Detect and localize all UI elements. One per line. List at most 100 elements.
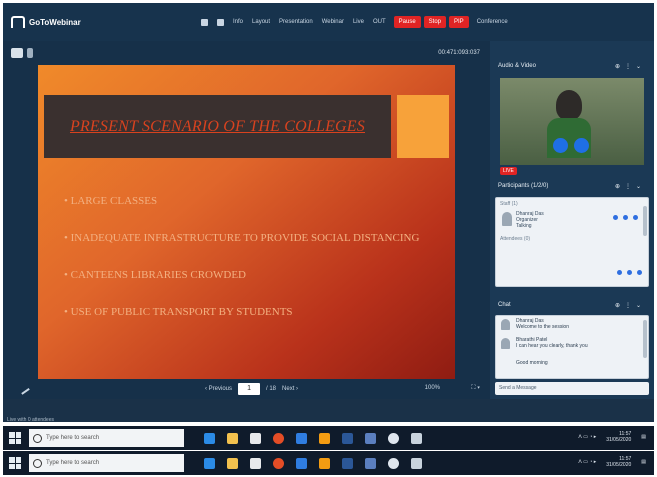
chrome-icon[interactable] bbox=[273, 432, 284, 444]
zoom-level[interactable]: 100% bbox=[425, 385, 440, 391]
previous-button[interactable]: ‹ Previous bbox=[205, 386, 232, 392]
chat-message: Bharathi Patel I can hear you clearly, t… bbox=[516, 337, 588, 349]
participant-entry[interactable]: Dhanraj Das Organizer Talking bbox=[516, 211, 544, 229]
taskbar-search[interactable]: Type here to search bbox=[29, 454, 184, 472]
app-icon[interactable] bbox=[388, 432, 399, 444]
app-icon[interactable] bbox=[365, 432, 376, 444]
gotowebinar-taskbar-icon[interactable] bbox=[319, 432, 330, 444]
pen-icon[interactable] bbox=[17, 382, 30, 395]
clock[interactable]: 11:57 31/05/2020 bbox=[606, 431, 631, 443]
app-icon[interactable] bbox=[411, 432, 422, 444]
app-icon[interactable] bbox=[411, 457, 422, 469]
file-explorer-icon[interactable] bbox=[227, 432, 238, 444]
mail-icon[interactable] bbox=[296, 432, 307, 444]
page-total: / 18 bbox=[266, 386, 277, 392]
notification-icon[interactable]: ▤ bbox=[641, 459, 646, 465]
slide-title: PRESENT SCENARIO OF THE COLLEGES bbox=[69, 117, 365, 135]
word-icon[interactable] bbox=[342, 432, 353, 444]
status-text: Live with 0 attendees bbox=[7, 417, 54, 423]
chat-input[interactable]: Send a Message bbox=[495, 382, 649, 395]
gotowebinar-taskbar-icon[interactable] bbox=[319, 457, 330, 469]
mic-toggle-icon[interactable] bbox=[553, 138, 568, 153]
app-icon[interactable] bbox=[365, 457, 376, 469]
mail-icon[interactable] bbox=[296, 457, 307, 469]
chat-text: I can hear you clearly, thank you bbox=[516, 343, 588, 349]
toolbar-item-webinar[interactable]: Webinar bbox=[322, 19, 344, 25]
attendees-group-label: Attendees (0) bbox=[500, 236, 531, 242]
slide-bullet: • USE OF PUBLIC TRANSPORT BY STUDENTS bbox=[64, 306, 293, 318]
windows-start-icon[interactable] bbox=[9, 432, 21, 444]
app-logo: GoToWebinar bbox=[11, 16, 201, 28]
presentation-stage: 00:471:093:037 PRESENT SCENARIO OF THE C… bbox=[3, 41, 490, 399]
chrome-icon[interactable] bbox=[273, 457, 284, 469]
toolbar-item-out[interactable]: OUT bbox=[373, 19, 386, 25]
toolbar-item-presentation[interactable]: Presentation bbox=[279, 19, 313, 25]
store-icon[interactable] bbox=[250, 457, 261, 469]
tray-icons[interactable]: ᐱ ▭ ◔ ▸ bbox=[578, 434, 596, 440]
toolbar-item-info[interactable]: Info bbox=[233, 19, 243, 25]
slide-bullet: • CANTEENS LIBRARIES CROWDED bbox=[64, 269, 246, 281]
page-number-input[interactable]: 1 bbox=[238, 383, 261, 395]
participants-scrollbar[interactable] bbox=[643, 206, 647, 236]
chat-text: Good morning bbox=[516, 360, 548, 366]
side-panel: Audio & Video ⊕⋮⌄ LIVE Participants (1/2… bbox=[490, 41, 654, 399]
audio-video-title: Audio & Video bbox=[498, 63, 536, 69]
next-button[interactable]: Next › bbox=[282, 386, 298, 392]
panel-controls-icon[interactable]: ⊕⋮⌄ bbox=[615, 183, 646, 190]
taskbar-apps bbox=[204, 457, 422, 469]
panel-controls-icon[interactable]: ⊕⋮⌄ bbox=[615, 63, 646, 70]
webcam-icon[interactable] bbox=[217, 18, 224, 26]
slide: PRESENT SCENARIO OF THE COLLEGES • LARGE… bbox=[38, 65, 455, 379]
participants-title: Participants (1/2/0) bbox=[498, 183, 549, 189]
edge-icon[interactable] bbox=[204, 432, 215, 444]
toolbar-item-live[interactable]: Live bbox=[353, 19, 364, 25]
camera-toggle-icon[interactable] bbox=[574, 138, 589, 153]
app-icon[interactable] bbox=[388, 457, 399, 469]
edge-icon[interactable] bbox=[204, 457, 215, 469]
camera-status-icon[interactable] bbox=[623, 215, 628, 220]
clock-date: 31/05/2020 bbox=[606, 462, 632, 468]
screen-share-icon[interactable] bbox=[11, 48, 23, 58]
mic-icon[interactable] bbox=[201, 18, 208, 26]
dropdown-icon[interactable] bbox=[27, 48, 33, 58]
stop-button[interactable]: Stop bbox=[423, 16, 447, 28]
pip-button[interactable]: PIP bbox=[449, 16, 469, 28]
avatar bbox=[502, 212, 512, 226]
chat-message: Good morning bbox=[516, 360, 548, 366]
system-tray: ᐱ ▭ ◔ ▸ 11:57 31/05/2020 ▤ bbox=[578, 456, 646, 468]
avatar bbox=[501, 319, 510, 330]
participant-actions bbox=[613, 215, 638, 220]
slide-bullet: • LARGE CLASSES bbox=[64, 195, 158, 207]
chat-scrollbar[interactable] bbox=[643, 320, 647, 358]
store-icon[interactable] bbox=[250, 432, 261, 444]
fullscreen-icon[interactable]: ⛶ ▾ bbox=[471, 385, 480, 392]
chat-text: Welcome to the session bbox=[516, 324, 569, 330]
word-icon[interactable] bbox=[342, 457, 353, 469]
participants-list: Staff (1) Dhanraj Das Organizer Talking … bbox=[495, 197, 649, 287]
clock[interactable]: 11:57 31/05/2020 bbox=[606, 456, 631, 468]
stage-footer: ‹ Previous 1 / 18 Next › 100% ⛶ ▾ bbox=[3, 379, 490, 399]
toolbar-items: Info Layout Presentation Webinar Live OU… bbox=[201, 18, 386, 26]
app-name: GoToWebinar bbox=[29, 17, 81, 27]
slide-bullets: • LARGE CLASSES • INADEQUATE INFRASTRUCT… bbox=[64, 195, 444, 343]
conference-menu[interactable]: Conference bbox=[477, 19, 508, 25]
chat-messages: Dhanraj Das Welcome to the session Bhara… bbox=[495, 315, 649, 379]
taskbar-search[interactable]: Type here to search bbox=[29, 429, 184, 447]
mic-status-icon[interactable] bbox=[613, 215, 618, 220]
tray-icons[interactable]: ᐱ ▭ ◔ ▸ bbox=[578, 459, 596, 465]
panel-controls-icon[interactable]: ⊕⋮⌄ bbox=[615, 302, 646, 309]
toolbar-item-layout[interactable]: Layout bbox=[252, 19, 270, 25]
participants-toolbar-icon[interactable] bbox=[617, 270, 642, 275]
more-icon[interactable] bbox=[633, 215, 638, 220]
system-tray: ᐱ ▭ ◔ ▸ 11:57 31/05/2020 ▤ bbox=[578, 431, 646, 443]
chat-message: Dhanraj Das Welcome to the session bbox=[516, 318, 569, 330]
slide-title-box: PRESENT SCENARIO OF THE COLLEGES bbox=[44, 95, 391, 158]
slide-bullet: • INADEQUATE INFRASTRUCTURE TO PROVIDE S… bbox=[64, 232, 420, 244]
notification-icon[interactable]: ▤ bbox=[641, 434, 646, 440]
live-badge: LIVE bbox=[500, 167, 517, 175]
pause-button[interactable]: Pause bbox=[393, 16, 421, 28]
windows-start-icon[interactable] bbox=[9, 457, 21, 469]
file-explorer-icon[interactable] bbox=[227, 457, 238, 469]
chat-header: Chat ⊕⋮⌄ bbox=[490, 298, 654, 312]
top-toolbar: GoToWebinar Info Layout Presentation Web… bbox=[3, 3, 654, 41]
